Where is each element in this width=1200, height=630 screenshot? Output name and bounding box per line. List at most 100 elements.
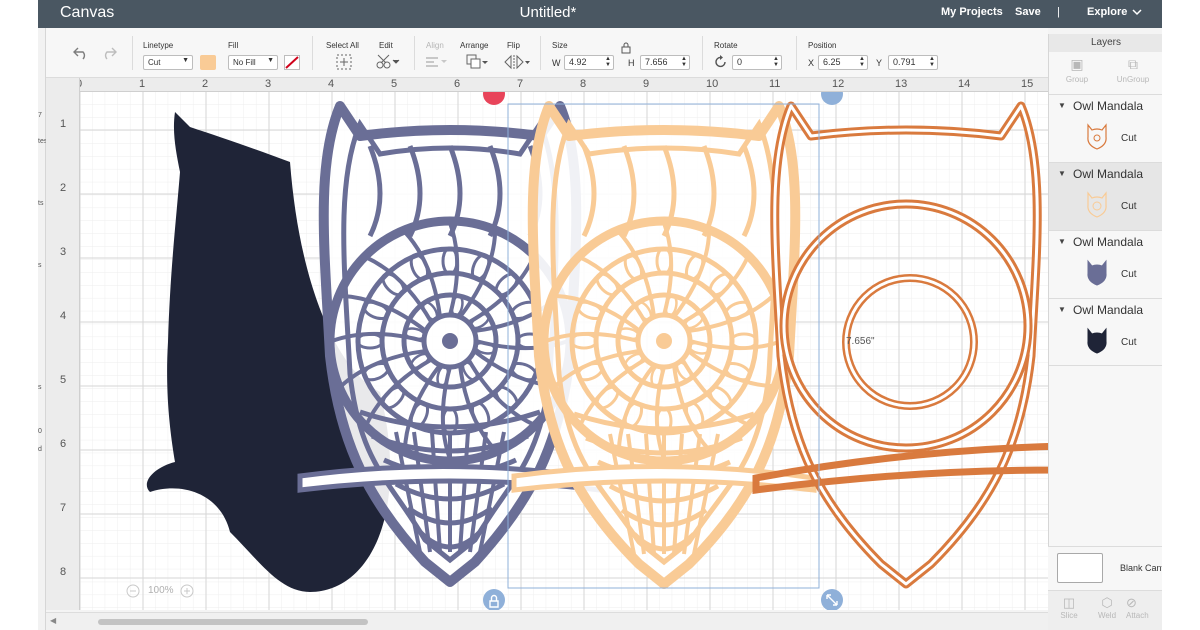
left-panel-fragment: ts — [38, 200, 44, 207]
ruler-tick-label: 13 — [895, 78, 908, 90]
explore-chevron-down-icon[interactable] — [1132, 9, 1142, 17]
width-label: W — [552, 58, 561, 68]
toolbar-divider — [312, 36, 313, 70]
stepper-icon[interactable]: ▲ ▼ — [605, 56, 611, 68]
linetype-value: Cut — [148, 58, 161, 67]
ungroup-button[interactable]: ⧉ UnGroup — [1105, 56, 1161, 84]
blank-canvas-swatch[interactable] — [1057, 553, 1103, 583]
collapse-caret-icon[interactable]: ▼ — [1058, 237, 1066, 246]
no-fill-swatch-icon[interactable] — [284, 55, 300, 70]
select-all-icon[interactable] — [336, 54, 352, 70]
left-panel-clipped: 7 tes ts s s 0 d — [38, 28, 47, 630]
flip-label: Flip — [507, 41, 520, 50]
ruler-tick-label: 2 — [202, 78, 209, 90]
align-label: Align — [426, 41, 444, 50]
stepper-icon[interactable]: ▲ ▼ — [773, 56, 779, 68]
ruler-tick-label: 2 — [60, 182, 67, 194]
layer-thumbnail-icon — [1087, 191, 1107, 218]
slice-label: Slice — [1060, 611, 1078, 620]
collapse-caret-icon[interactable]: ▼ — [1058, 169, 1066, 178]
document-title: Untitled* — [519, 4, 577, 21]
layer-operation: Cut — [1121, 337, 1137, 348]
collapse-caret-icon[interactable]: ▼ — [1058, 101, 1066, 110]
position-y-input[interactable]: 0.791 ▲ ▼ — [888, 55, 938, 70]
layer-name: Owl Mandala — [1073, 99, 1144, 113]
linetype-select[interactable]: Cut ▼ — [143, 55, 193, 70]
weld-label: Weld — [1097, 611, 1117, 620]
group-button[interactable]: ▣ Group — [1049, 56, 1105, 84]
toolbar-divider — [132, 36, 133, 70]
ruler-tick-label: 4 — [328, 78, 335, 90]
horizontal-scroll-thumb[interactable] — [98, 619, 368, 625]
ruler-tick-label: 10 — [706, 78, 719, 90]
layer-item-selected[interactable]: ▼ Owl Mandala Cut — [1049, 162, 1162, 230]
stepper-icon[interactable]: ▲ ▼ — [929, 56, 935, 68]
canvas-artwork[interactable] — [80, 92, 1072, 610]
position-y-value: 0.791 — [893, 57, 916, 67]
ruler-tick-label: 6 — [454, 78, 461, 90]
top-ruler: 0123456789101112131415 — [76, 78, 1072, 92]
ungroup-label: UnGroup — [1116, 75, 1150, 84]
weld-button[interactable]: ⬡ Weld — [1088, 595, 1126, 620]
zoom-out-icon[interactable] — [126, 584, 140, 598]
left-panel-fragment: 7 — [38, 112, 42, 119]
zoom-control: 100% — [124, 582, 202, 602]
toolbar-divider — [796, 36, 797, 70]
size-label: Size — [552, 41, 568, 50]
undo-icon[interactable] — [72, 46, 90, 60]
layer-item[interactable]: ▼ Owl Mandala Cut — [1049, 298, 1162, 366]
ruler-tick-label: 3 — [265, 78, 272, 90]
layers-panel: Layers ▣ Group ⧉ UnGroup ▼ Owl Mandala C… — [1048, 34, 1162, 630]
position-label: Position — [808, 41, 837, 50]
ruler-tick-label: 1 — [60, 118, 67, 130]
slice-icon: ◫ — [1062, 595, 1076, 610]
attach-label: Attach — [1126, 611, 1149, 620]
ruler-tick-label: 5 — [391, 78, 398, 90]
slice-button[interactable]: ◫ Slice — [1050, 595, 1088, 620]
stepper-icon[interactable]: ▲ ▼ — [681, 56, 687, 68]
ruler-tick-label: 5 — [60, 374, 67, 386]
zoom-level: 100% — [148, 585, 174, 596]
attach-button[interactable]: ⊘ Attach — [1126, 595, 1162, 620]
rotate-input[interactable]: 0 ▲ ▼ — [732, 55, 782, 70]
explore-menu[interactable]: Explore — [1087, 6, 1127, 18]
layer-operation: Cut — [1121, 201, 1137, 212]
ruler-tick-label: 3 — [60, 246, 67, 258]
weld-icon: ⬡ — [1101, 595, 1113, 610]
edit-label: Edit — [379, 41, 393, 50]
layer-item[interactable]: ▼ Owl Mandala Cut — [1049, 230, 1162, 298]
size-lock-icon[interactable] — [621, 42, 631, 54]
redo-icon[interactable] — [100, 46, 118, 60]
collapse-caret-icon[interactable]: ▼ — [1058, 305, 1066, 314]
toolbar-divider — [702, 36, 703, 70]
ruler-tick-label: 7 — [517, 78, 524, 90]
group-label: Group — [1065, 75, 1089, 84]
save-link[interactable]: Save — [1015, 6, 1041, 18]
stepper-icon[interactable]: ▲ ▼ — [859, 56, 865, 68]
rotate-value: 0 — [737, 57, 743, 67]
app-frame: Canvas Untitled* My Projects Save | Expl… — [38, 0, 1162, 630]
width-value: 4.92 — [569, 57, 587, 67]
align-icon[interactable] — [424, 55, 448, 69]
edit-scissors-icon[interactable] — [376, 54, 400, 70]
width-input[interactable]: 4.92 ▲ ▼ — [564, 55, 614, 70]
ruler-tick-label: 8 — [580, 78, 587, 90]
layer-item[interactable]: ▼ Owl Mandala Cut — [1049, 94, 1162, 162]
fill-label: Fill — [228, 41, 239, 50]
linetype-color-swatch[interactable] — [200, 55, 216, 70]
layer-thumbnail-icon — [1087, 259, 1107, 286]
flip-icon[interactable] — [504, 54, 530, 70]
blank-canvas-item[interactable]: Blank Canvas — [1048, 546, 1162, 590]
zoom-in-icon[interactable] — [180, 584, 194, 598]
fill-select[interactable]: No Fill ▼ — [228, 55, 278, 70]
design-canvas[interactable]: 7.656" 100% — [80, 92, 1072, 610]
ruler-tick-label: 14 — [958, 78, 971, 90]
horizontal-scrollbar[interactable]: ◀ ▶ — [46, 612, 1072, 630]
left-panel-fragment: 0 — [38, 428, 42, 435]
arrange-icon[interactable] — [466, 54, 490, 70]
height-input[interactable]: 7.656 ▲ ▼ — [640, 55, 690, 70]
position-x-input[interactable]: 6.25 ▲ ▼ — [818, 55, 868, 70]
my-projects-link[interactable]: My Projects — [941, 6, 1003, 18]
fill-value: No Fill — [233, 58, 256, 67]
scroll-left-icon[interactable]: ◀ — [50, 616, 56, 625]
